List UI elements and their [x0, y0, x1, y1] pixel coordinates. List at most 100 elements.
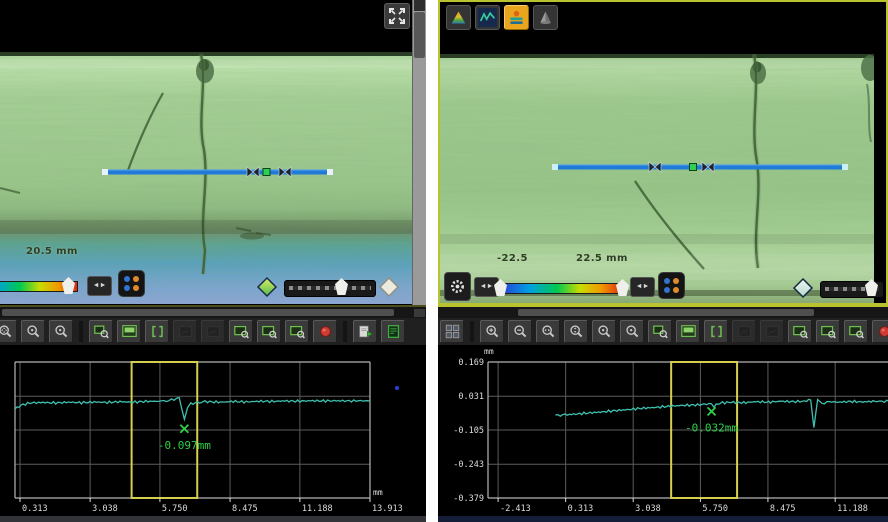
save-report-icon[interactable]: [381, 320, 405, 343]
zoom-in-icon[interactable]: [480, 320, 504, 343]
zoom-out-icon[interactable]: [508, 320, 532, 343]
measure-window-3-icon[interactable]: [844, 320, 868, 343]
measurement-label: -0.097mm: [158, 439, 211, 452]
x-tick-label: 8.475: [232, 504, 258, 514]
arrows-icon: ◄►: [636, 283, 650, 290]
texture-view-icon[interactable]: [533, 5, 558, 30]
tile-view-icon[interactable]: [440, 320, 464, 343]
stray-marker-dot: [395, 386, 399, 390]
measurement-label: -0.032mm: [685, 421, 738, 434]
x-tick-label: 13.913: [372, 504, 403, 514]
measure-window-1-icon[interactable]: [788, 320, 812, 343]
expand-view-button[interactable]: [384, 3, 410, 29]
dot-icon: [133, 285, 139, 291]
tool-disabled-2-icon[interactable]: [201, 320, 225, 343]
profile-view-icon[interactable]: [475, 5, 500, 30]
zoom-region-icon[interactable]: [89, 320, 113, 343]
set-range-icon[interactable]: [145, 320, 169, 343]
left-graph-area: -0.097mm0.3133.0385.7508.47511.18813.913…: [0, 345, 426, 522]
dot-icon: [124, 285, 130, 291]
zoom-vertical-icon[interactable]: [564, 320, 588, 343]
blend-slider-handle[interactable]: [335, 278, 348, 295]
dot-icon: [664, 287, 670, 293]
x-tick-label: 3.038: [92, 504, 118, 514]
left-profile-chart: -0.097mm0.3133.0385.7508.47511.18813.913…: [0, 345, 426, 522]
arrows-icon: ◄►: [480, 283, 494, 290]
app-window: 20.5 mm ◄►: [0, 0, 888, 522]
tool-disabled-1-icon[interactable]: [732, 320, 756, 343]
gear-icon: [448, 277, 467, 296]
y-tick-label: 0.031: [458, 392, 484, 402]
blend-slider-handle[interactable]: [865, 279, 878, 296]
x-tick-label: 11.188: [837, 504, 868, 514]
scale-fit-button[interactable]: ◄►: [87, 276, 112, 296]
line-center-marker[interactable]: [690, 164, 697, 171]
line-endpoint[interactable]: [842, 164, 848, 170]
x-tick-label: 0.313: [568, 504, 594, 514]
record-icon[interactable]: [872, 320, 888, 343]
axis-unit-label: mm: [484, 347, 494, 356]
dot-icon: [124, 276, 130, 282]
line-endpoint[interactable]: [552, 164, 558, 170]
zoom-prev-icon[interactable]: [592, 320, 616, 343]
layout-dots-button[interactable]: [118, 270, 145, 297]
expand-icon: [387, 6, 407, 26]
export-data-icon[interactable]: [353, 320, 377, 343]
zoom-next-icon[interactable]: [620, 320, 644, 343]
capture-image-icon[interactable]: [676, 320, 700, 343]
x-tick-label: 0.313: [22, 504, 48, 514]
right-horizontal-scrollbar[interactable]: [438, 305, 888, 318]
y-tick-label: -0.379: [453, 494, 484, 504]
x-tick-label: 3.038: [635, 504, 661, 514]
layer-diamond-icon-2[interactable]: [378, 276, 400, 298]
y-tick-label: -0.243: [453, 460, 484, 470]
record-icon[interactable]: [313, 320, 337, 343]
toolbar-separator: [343, 321, 347, 342]
settings-button[interactable]: [444, 272, 471, 301]
zoom-region-icon[interactable]: [648, 320, 672, 343]
layer-view-icon[interactable]: [504, 5, 529, 30]
layout-dots-button[interactable]: [658, 272, 685, 299]
line-center-marker[interactable]: [263, 169, 270, 176]
x-tick-label: 5.750: [162, 504, 188, 514]
height-scale-label: 20.5 mm: [26, 246, 78, 257]
measure-window-3-icon[interactable]: [285, 320, 309, 343]
left-toolbar: [0, 318, 426, 345]
zoom-next-icon[interactable]: [49, 320, 73, 343]
color-scale-bar[interactable]: [502, 283, 624, 294]
zoom-prev-icon[interactable]: [21, 320, 45, 343]
tool-disabled-1-icon[interactable]: [173, 320, 197, 343]
toolbar-separator: [79, 321, 83, 342]
scrollbar-thumb[interactable]: [518, 309, 814, 316]
set-range-icon[interactable]: [704, 320, 728, 343]
x-tick-label: 5.750: [702, 504, 728, 514]
line-endpoint[interactable]: [327, 169, 333, 175]
tool-disabled-2-icon[interactable]: [760, 320, 784, 343]
right-graph-area: -0.032mm -2.413 0.313 3.038 5.750 8.475 11.188…: [438, 345, 888, 522]
measure-window-2-icon[interactable]: [816, 320, 840, 343]
right-profile-chart: -0.032mm -2.413 0.313 3.038 5.750 8.475 11.188…: [438, 345, 888, 522]
scale-fit-button[interactable]: ◄►: [630, 277, 655, 297]
measure-window-1-icon[interactable]: [229, 320, 253, 343]
scrollbar-thumb[interactable]: [414, 12, 425, 58]
y-tick-label: 0.169: [458, 358, 484, 368]
x-tick-label: -2.413: [500, 504, 531, 514]
left-vertical-scrollbar[interactable]: [412, 0, 426, 305]
left-horizontal-scrollbar[interactable]: [0, 305, 426, 318]
capture-image-icon[interactable]: [117, 320, 141, 343]
blend-slider[interactable]: [820, 281, 884, 298]
dot-icon: [664, 278, 670, 284]
right-measurement-panel: ◄► -22.5 22.5 mm ◄►: [438, 0, 888, 522]
dot-icon: [673, 278, 679, 284]
measure-window-2-icon[interactable]: [257, 320, 281, 343]
scrollbar-thumb[interactable]: [2, 309, 394, 316]
x-tick-label: 8.475: [770, 504, 796, 514]
line-endpoint[interactable]: [102, 169, 108, 175]
zoom-horizontal-icon[interactable]: [536, 320, 560, 343]
height-view-icon[interactable]: [446, 5, 471, 30]
layer-diamond-icon[interactable]: [792, 277, 814, 299]
zoom-pan-icon[interactable]: [0, 320, 17, 343]
blend-slider[interactable]: [284, 280, 376, 297]
left-measurement-panel: 20.5 mm ◄►: [0, 0, 426, 522]
layer-diamond-icon[interactable]: [256, 276, 278, 298]
